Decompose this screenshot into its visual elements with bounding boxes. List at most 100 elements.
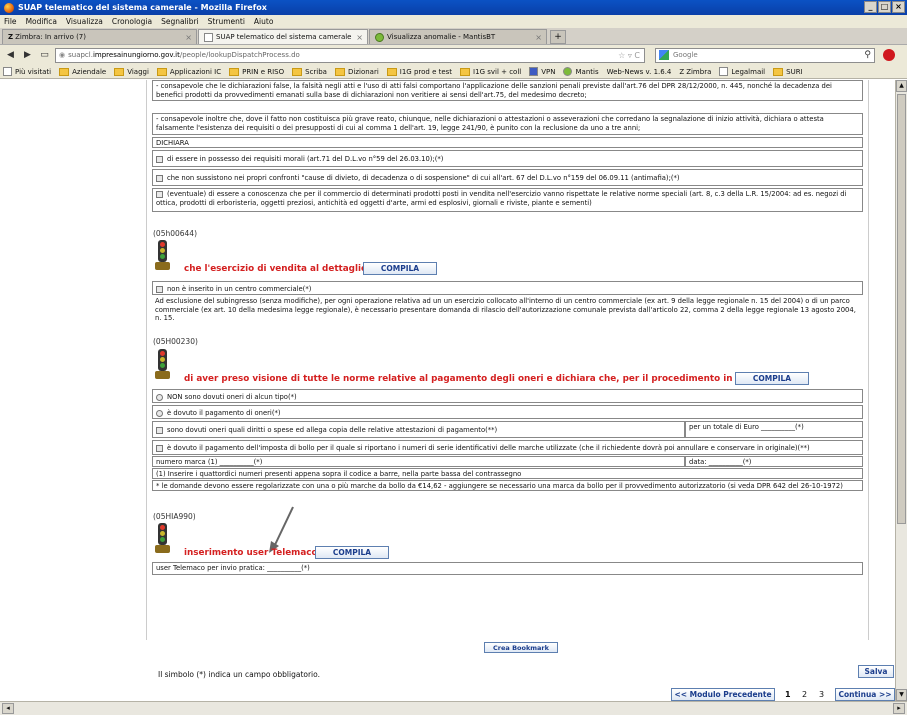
- section3-title: inserimento user Telemaco: [184, 548, 318, 558]
- menu-visualizza[interactable]: Visualizza: [66, 17, 103, 26]
- folder-icon: [114, 67, 125, 76]
- bookmark-web-news[interactable]: Web-News v. 1.6.4: [607, 68, 672, 76]
- close-tab-icon[interactable]: ×: [185, 33, 192, 42]
- tab-mantis[interactable]: Visualizza anomalie - MantisBT ×: [369, 29, 547, 44]
- nota-marca: (1) Inserire i quattordici numeri presen…: [152, 468, 863, 479]
- close-tab-icon[interactable]: ×: [535, 33, 542, 42]
- menu-file[interactable]: File: [4, 17, 17, 26]
- search-box[interactable]: Google ⚲: [655, 47, 875, 63]
- declaration-text-1: - consapevole che le dichiarazioni false…: [152, 80, 863, 101]
- checkbox-antimafia[interactable]: [156, 174, 163, 182]
- zimbra-icon: Z: [679, 67, 685, 76]
- bookmark-label: Più visitati: [15, 67, 52, 76]
- scroll-down-icon[interactable]: ▼: [896, 689, 907, 701]
- modulo-precedente-button[interactable]: << Modulo Precedente: [671, 688, 775, 701]
- scroll-left-icon[interactable]: ◂: [2, 703, 14, 714]
- checkbox-requisiti[interactable]: [156, 155, 163, 163]
- radio-non-dovuti[interactable]: [156, 393, 163, 401]
- traffic-light-icon: [155, 523, 170, 555]
- check-label: non è inserito in un centro commerciale(…: [167, 285, 312, 293]
- addon-icon[interactable]: [883, 49, 895, 61]
- bookmark-legalmail[interactable]: Legalmail: [719, 67, 765, 76]
- bookmark-label: I1G prod e test: [399, 67, 453, 76]
- tab-label: Zimbra: In arrivo (7): [15, 33, 86, 41]
- folder-icon: [292, 67, 303, 76]
- tab-zimbra[interactable]: Z Zimbra: In arrivo (7) ×: [2, 29, 197, 44]
- maximize-button[interactable]: □: [878, 1, 891, 13]
- bookmark-zimbra[interactable]: Z Zimbra: [679, 68, 711, 76]
- bookmark-prin-riso[interactable]: PRIN e RISO: [229, 67, 285, 76]
- search-icon[interactable]: ⚲: [864, 50, 871, 60]
- continua-button[interactable]: Continua >>: [835, 688, 895, 701]
- totale-euro-field[interactable]: per un totale di Euro __________(*): [685, 421, 863, 438]
- bookmark-suri[interactable]: SURI: [773, 67, 803, 76]
- page-1-link[interactable]: 1: [785, 690, 791, 699]
- section1-code: (05h00644): [153, 229, 198, 238]
- window-title: SUAP telematico del sistema camerale - M…: [18, 3, 267, 12]
- bookmark-star-icon[interactable]: ☆ ▿ C: [618, 51, 640, 60]
- url-bar[interactable]: ◉ suapcl. impresainungiorno.gov.it/people…: [55, 47, 645, 63]
- navigation-bar: ◀ ▶ ▭ ◉ suapcl. impresainungiorno.gov.it /…: [0, 45, 907, 65]
- check-label: è dovuto il pagamento dell'imposta di bo…: [167, 444, 810, 452]
- bookmark-piu-visitati[interactable]: Più visitati: [3, 67, 51, 76]
- url-domain: impresainungiorno.gov.it: [92, 51, 180, 59]
- minimize-button[interactable]: _: [864, 1, 877, 13]
- new-tab-button[interactable]: +: [550, 30, 566, 44]
- declaration-text-2: - consapevole inoltre che, dove il fatto…: [152, 113, 863, 135]
- bookmark-mantis[interactable]: Mantis: [563, 67, 599, 76]
- radio-dovuto[interactable]: [156, 409, 163, 417]
- numero-marca-field[interactable]: numero marca (1) __________(*): [152, 456, 685, 467]
- most-visited-icon: [3, 67, 12, 76]
- checkbox-centro-commerciale[interactable]: [156, 285, 163, 293]
- menu-aiuto[interactable]: Aiuto: [254, 17, 274, 26]
- bookmark-i1g-svil[interactable]: I1G svil + coll: [460, 67, 522, 76]
- check-label: di essere in possesso dei requisiti mora…: [167, 155, 444, 163]
- menu-modifica[interactable]: Modifica: [26, 17, 57, 26]
- compila-button-3[interactable]: COMPILA: [315, 546, 389, 559]
- bookmark-dizionari[interactable]: Dizionari: [334, 67, 379, 76]
- close-tab-icon[interactable]: ×: [356, 33, 363, 42]
- horizontal-scrollbar[interactable]: ◂ ▸: [0, 701, 907, 715]
- close-button[interactable]: ×: [892, 1, 905, 13]
- bookmark-scriba[interactable]: Scriba: [292, 67, 327, 76]
- page-3-link[interactable]: 3: [819, 690, 824, 699]
- url-prefix: suapcl.: [68, 51, 93, 59]
- checkbox-eventuale[interactable]: [156, 190, 163, 198]
- bookmark-vpn[interactable]: VPN: [529, 67, 555, 76]
- traffic-light-icon: [155, 240, 170, 272]
- menu-strumenti[interactable]: Strumenti: [208, 17, 245, 26]
- bookmark-label: PRIN e RISO: [242, 67, 285, 76]
- data-field[interactable]: data: __________(*): [685, 456, 863, 467]
- forward-icon[interactable]: ▶: [21, 50, 34, 60]
- checkbox-diritti[interactable]: [156, 426, 163, 434]
- checkbox-bollo[interactable]: [156, 444, 163, 452]
- section1-note: Ad esclusione del subingresso (senza mod…: [155, 297, 856, 322]
- menu-segnalibri[interactable]: Segnalibri: [161, 17, 199, 26]
- scroll-up-icon[interactable]: ▲: [896, 80, 907, 92]
- bookmark-applicazioni-ic[interactable]: Applicazioni IC: [156, 67, 221, 76]
- compila-button-1[interactable]: COMPILA: [363, 262, 437, 275]
- page-icon: [204, 32, 213, 42]
- scroll-right-icon[interactable]: ▸: [893, 703, 905, 714]
- bookmark-viaggi[interactable]: Viaggi: [114, 67, 149, 76]
- crea-bookmark-button[interactable]: Crea Bookmark: [484, 642, 558, 653]
- scroll-thumb[interactable]: [897, 94, 906, 524]
- bookmark-label: I1G svil + coll: [473, 67, 522, 76]
- check-row-eventuale: (eventuale) di essere a conoscenza che p…: [152, 188, 863, 212]
- menu-cronologia[interactable]: Cronologia: [112, 17, 152, 26]
- compila-button-2[interactable]: COMPILA: [735, 372, 809, 385]
- back-icon[interactable]: ◀: [4, 50, 17, 60]
- bookmark-aziendale[interactable]: Aziendale: [59, 67, 106, 76]
- bookmark-label: Zimbra: [686, 67, 712, 76]
- check-row-requisiti: di essere in possesso dei requisiti mora…: [152, 150, 863, 167]
- print-icon[interactable]: ▭: [38, 50, 51, 60]
- user-telemaco-field[interactable]: user Telemaco per invio pratica: _______…: [152, 562, 863, 575]
- tab-suap[interactable]: SUAP telematico del sistema camerale ×: [198, 29, 368, 44]
- bookmark-i1g-prod[interactable]: I1G prod e test: [386, 67, 453, 76]
- salva-button[interactable]: Salva: [858, 665, 894, 678]
- site-identity-icon[interactable]: ◉: [59, 51, 65, 59]
- page-2-link[interactable]: 2: [802, 690, 807, 699]
- folder-icon: [386, 67, 397, 76]
- menu-bar: File Modifica Visualizza Cronologia Segn…: [0, 15, 907, 28]
- vertical-scrollbar[interactable]: ▲ ▼: [895, 80, 907, 701]
